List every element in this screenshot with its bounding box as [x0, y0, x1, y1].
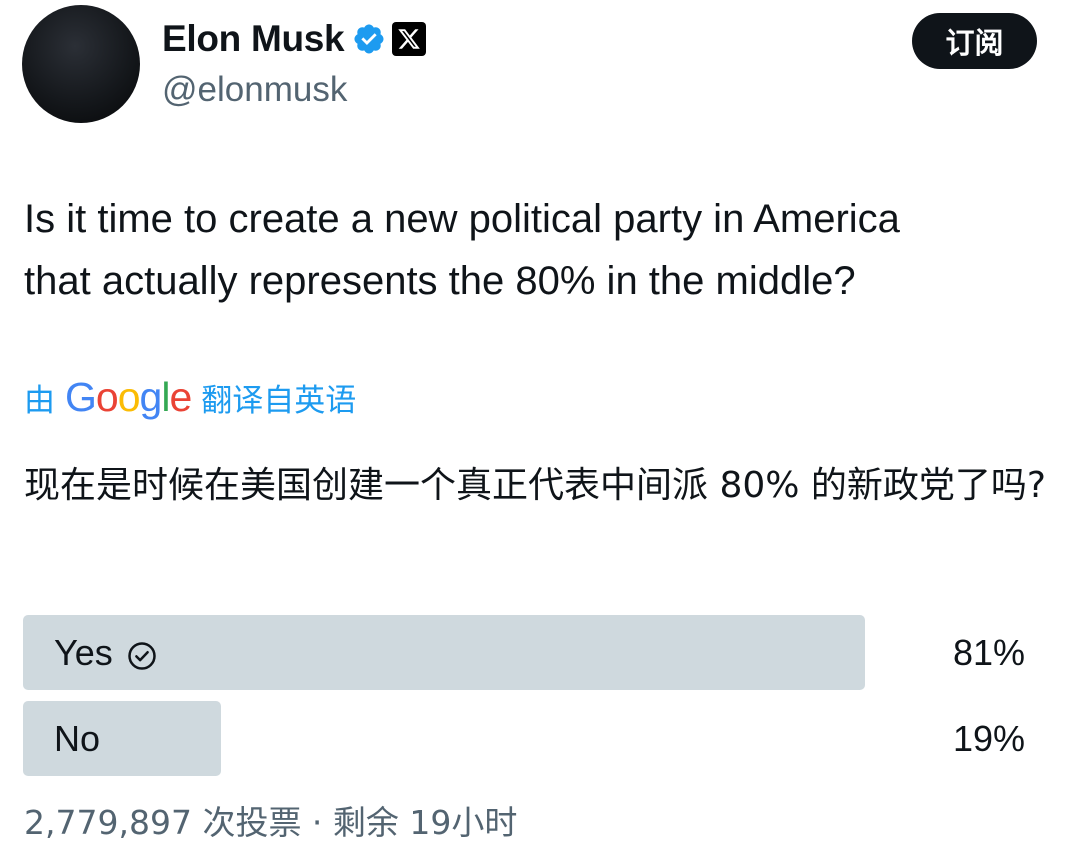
google-letter: o	[117, 373, 141, 420]
poll-option-no: No 19%	[23, 701, 1033, 776]
translated-text: 现在是时候在美国创建一个真正代表中间派 80% 的新政党了吗?	[24, 465, 1047, 506]
translation-suffix: 翻译自英语	[201, 382, 357, 419]
subscribe-button[interactable]: 订阅	[912, 13, 1037, 69]
tweet-text: Is it time to create a new political par…	[24, 197, 900, 303]
poll-footer: 2,779,897 次投票 · 剩余 19小时	[24, 803, 518, 842]
poll-bar	[23, 701, 221, 776]
author-name-row: Elon Musk	[162, 14, 427, 64]
poll-option-label: Yes	[54, 615, 157, 690]
verified-badge-icon	[352, 22, 386, 56]
poll-option-yes: Yes 81%	[23, 615, 1033, 690]
x-logo-icon	[392, 22, 427, 56]
poll-option-text: No	[54, 717, 101, 759]
google-letter: g	[139, 373, 163, 420]
author-handle[interactable]: @elonmusk	[162, 70, 347, 110]
poll-option-percent: 19%	[952, 717, 1025, 759]
google-letter: e	[169, 373, 192, 420]
google-letter: o	[95, 373, 119, 420]
translation-prefix: 由	[24, 382, 55, 419]
poll: Yes 81% No 19%	[23, 615, 1033, 787]
avatar[interactable]	[22, 5, 140, 123]
poll-option-percent: 81%	[952, 631, 1025, 673]
display-name[interactable]: Elon Musk	[162, 18, 345, 60]
poll-option-text: Yes	[54, 631, 113, 673]
google-logo: Google	[65, 373, 192, 421]
translation-attribution[interactable]: 由 Google 翻译自英语	[24, 372, 356, 422]
poll-option-label: No	[54, 701, 100, 776]
check-circle-icon	[127, 638, 157, 670]
google-letter: G	[65, 373, 97, 420]
